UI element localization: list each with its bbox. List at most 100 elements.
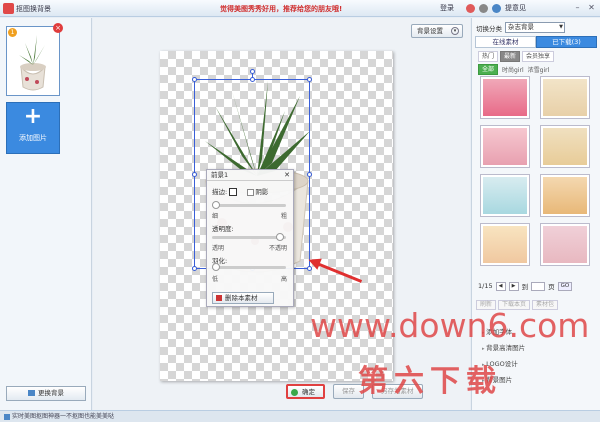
template-grid [480, 76, 592, 266]
sort-filters: 热门 最新 会员独享 [478, 51, 555, 62]
tag-fashion-girl[interactable]: 时尚girl [502, 65, 524, 74]
title-tools: 登录 提意见 [440, 3, 526, 13]
feedback-icon[interactable] [492, 3, 501, 13]
plus-icon: + [23, 104, 43, 129]
template-thumbnail[interactable] [480, 76, 530, 119]
low-label: 低 [212, 276, 219, 283]
window-controls: – ✕ [571, 2, 598, 13]
page-input[interactable] [531, 281, 546, 291]
check-icon [291, 389, 298, 396]
border-row: 描边: 阴影 [212, 186, 268, 196]
border-width-slider[interactable] [212, 201, 286, 209]
tag-all[interactable]: 全部 [478, 64, 499, 75]
change-background-button[interactable]: 更换背景 [6, 386, 86, 401]
resize-handle-tr[interactable] [307, 77, 312, 82]
tag-filters: 全部 时尚girl 浓雪girl [478, 64, 549, 75]
template-thumbnail[interactable] [540, 223, 590, 266]
category-select[interactable]: 杂志背景 ▼ [505, 22, 565, 33]
high-label: 高 [280, 276, 287, 283]
template-thumbnail[interactable] [480, 223, 530, 266]
filter-newest[interactable]: 最新 [500, 51, 521, 62]
window-title: 抠图换背景 [16, 5, 51, 13]
material-panel: 切换分类 杂志背景 ▼ 在线素材 已下载(3) 热门 最新 会员独享 全部 时尚g… [471, 18, 600, 410]
ok-button[interactable]: 确定 [286, 384, 325, 399]
feedback-link[interactable]: 提意见 [505, 3, 526, 13]
user-avatar-icon[interactable] [466, 3, 475, 13]
ok-label: 确定 [302, 388, 315, 396]
resize-handle-r[interactable] [307, 172, 312, 177]
watermark-text: 第六下载 [358, 364, 502, 399]
resize-handle-t[interactable] [250, 77, 255, 82]
page-indicator: 1/15 [478, 282, 493, 290]
shadow-toggle[interactable]: 阴影 [247, 188, 268, 196]
image-icon [28, 390, 35, 396]
goto-label: 到 [521, 283, 529, 291]
close-icon[interactable]: ✕ [284, 170, 290, 181]
minimize-button[interactable]: – [571, 2, 584, 13]
close-button[interactable]: ✕ [585, 2, 598, 13]
add-image-button[interactable]: + 添加图片 [6, 102, 60, 154]
resize-handle-l[interactable] [192, 172, 197, 177]
image-list-panel: 1 × + 添加图片 更换背景 [0, 18, 92, 410]
resize-handle-tl[interactable] [192, 77, 197, 82]
slider-knob[interactable] [212, 201, 220, 209]
prev-page-button[interactable]: ◀ [495, 281, 506, 291]
panel-title: 前景1 [211, 171, 229, 179]
go-button[interactable]: GO [557, 281, 573, 291]
delete-material-button[interactable]: 删除本素材 [212, 292, 274, 304]
delete-material-label: 删除本素材 [225, 294, 258, 302]
thin-label: 细 [212, 213, 219, 220]
border-color-swatch[interactable] [229, 188, 238, 196]
panel-header: 前景1 ✕ [207, 170, 293, 181]
tag-snow-girl[interactable]: 浓雪girl [528, 65, 550, 74]
page-unit-label: 页 [548, 283, 555, 291]
template-thumbnail[interactable] [480, 125, 530, 168]
remove-image-icon[interactable]: × [53, 23, 63, 33]
add-image-label: 添加图片 [19, 134, 47, 142]
status-text: 实时美图抠图神器一不抠图也能美美哒 [12, 413, 115, 420]
slogan-link[interactable]: 觉得美图秀秀好用，推荐给您的朋友哦! [220, 4, 342, 14]
filter-hot[interactable]: 热门 [478, 51, 499, 62]
template-thumbnail[interactable] [540, 125, 590, 168]
tab-downloaded[interactable]: 已下载(3) [536, 36, 597, 48]
change-background-label: 更换背景 [38, 389, 64, 397]
template-thumbnail[interactable] [540, 76, 590, 119]
pagination: 1/15 ◀ ▶ 到 页 GO [478, 281, 573, 291]
image-thumbnail[interactable]: 1 × [6, 23, 63, 96]
plant-thumbnail-icon [19, 35, 49, 91]
template-thumbnail[interactable] [540, 174, 590, 217]
thumbnail-index-badge: 1 [8, 28, 17, 37]
watermark-url: www.down6.com [310, 306, 590, 345]
opaque-label: 不透明 [268, 245, 287, 252]
info-icon [4, 413, 10, 420]
filter-members[interactable]: 会员独享 [522, 51, 555, 62]
opacity-slider[interactable] [212, 233, 286, 241]
rotate-handle[interactable] [250, 69, 255, 74]
template-thumbnail[interactable] [480, 174, 530, 217]
category-switcher: 切换分类 杂志背景 ▼ [476, 22, 565, 33]
shadow-label: 阴影 [255, 188, 269, 196]
skin-icon[interactable] [479, 3, 488, 13]
category-label: 切换分类 [476, 24, 502, 33]
feather-slider[interactable] [212, 263, 286, 271]
background-settings-button[interactable]: 背景设置 ▾ [411, 24, 463, 38]
delete-icon [216, 295, 222, 301]
category-value: 杂志背景 [508, 23, 534, 31]
title-bar: 抠图换背景 觉得美图秀秀好用，推荐给您的朋友哦! 登录 提意见 – ✕ [0, 0, 600, 17]
editor-area: 背景设置 ▾ 前景1 ✕ 描边: 阴影 细 粗 透明度: 透明 不透明 羽化: … [93, 18, 470, 410]
dropdown-arrow-icon: ▼ [559, 24, 563, 30]
app-logo-icon [3, 3, 14, 14]
thick-label: 粗 [280, 213, 287, 220]
opacity-label: 透明度: [212, 225, 234, 233]
next-page-button[interactable]: ▶ [508, 281, 519, 291]
chevron-down-icon: ▾ [451, 27, 459, 35]
slider-knob[interactable] [276, 233, 284, 241]
border-label: 描边: [212, 188, 228, 196]
login-link[interactable]: 登录 [440, 3, 454, 13]
background-settings-label: 背景设置 [417, 27, 443, 35]
resize-handle-bl[interactable] [192, 266, 197, 271]
slider-knob[interactable] [212, 263, 220, 271]
tab-online[interactable]: 在线素材 [475, 36, 536, 48]
transparent-label: 透明 [212, 245, 225, 252]
shadow-checkbox[interactable] [247, 188, 255, 196]
